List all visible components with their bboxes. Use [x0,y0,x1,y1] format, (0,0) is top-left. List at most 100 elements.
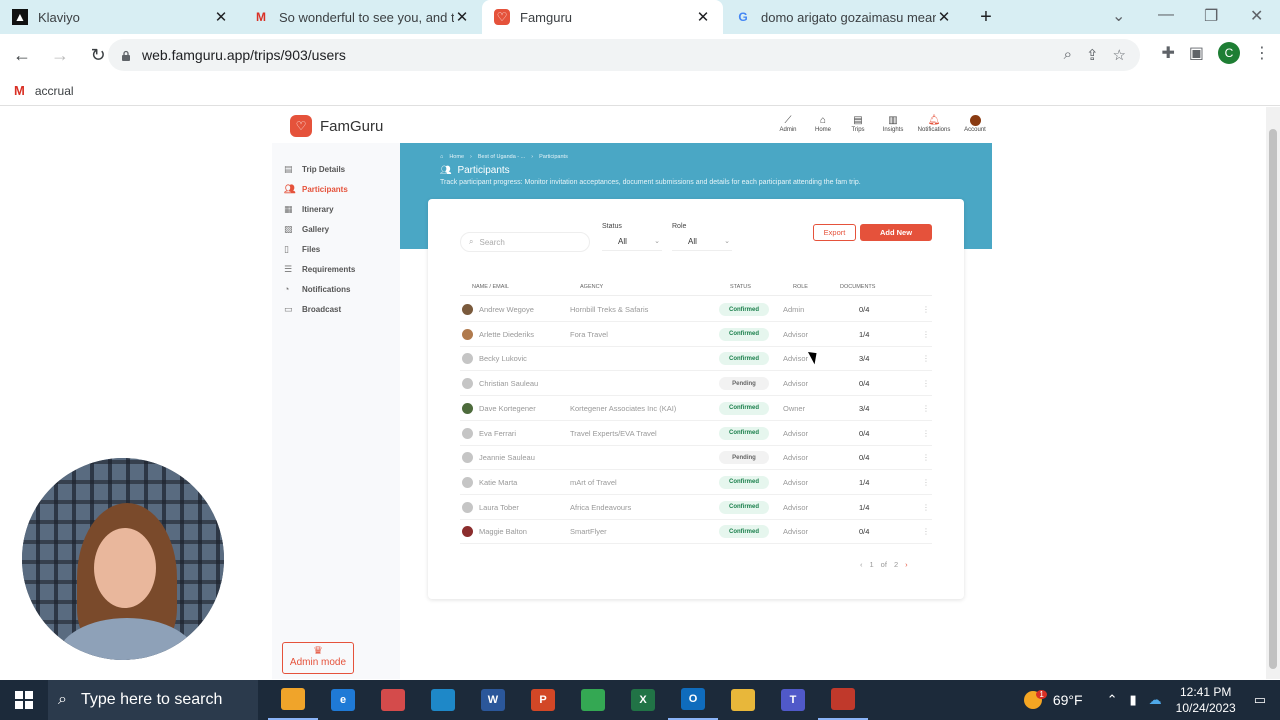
nav-admin[interactable]: ⟋ Admin [771,115,805,133]
clock[interactable]: 12:41 PM 10/24/2023 [1176,684,1236,716]
table-row[interactable]: Andrew Wegoye Hornbill Treks & Safaris Con… [460,297,932,322]
row-menu-kebab-icon[interactable]: ⋮ [922,503,930,512]
nav-notifications[interactable]: 🔔︎ Notifications [911,115,957,133]
close-icon[interactable]: ✕ [454,8,470,26]
taskbar-app-file-explorer-briefcase[interactable] [268,680,318,720]
row-menu-kebab-icon[interactable]: ⋮ [922,478,930,487]
taskbar-app-folder[interactable] [718,680,768,720]
nav-trips[interactable]: ▤ Trips [841,115,875,133]
row-menu-kebab-icon[interactable]: ⋮ [922,527,930,536]
menu-kebab-icon[interactable]: ⋮ [1254,43,1270,63]
table-row[interactable]: Katie Marta mArt of Travel Confirmed Adviso… [460,470,932,495]
onedrive-icon[interactable]: ☁ [1149,692,1162,708]
tab-klaviyo[interactable]: ▲ Klaviyo ✕ [0,0,241,34]
header-name[interactable]: NAME / EMAIL [472,284,509,290]
start-button[interactable] [0,680,48,720]
close-icon[interactable]: ✕ [936,8,952,26]
participant-name[interactable]: Eva Ferrari [479,429,516,438]
sidebar-item-gallery[interactable]: ▨ Gallery [272,219,400,239]
next-page-icon[interactable]: › [905,560,908,569]
famguru-logo[interactable]: ♡ FamGuru [290,115,383,137]
nav-insights[interactable]: ▥ Insights [876,115,910,133]
header-agency[interactable]: AGENCY [580,284,603,290]
nav-account[interactable]: Account [958,115,992,133]
admin-mode-button[interactable]: ♛ Admin mode [282,642,354,674]
sidebar-item-itinerary[interactable]: ▦ Itinerary [272,199,400,219]
new-tab-button[interactable]: + [972,3,1000,31]
sidebar-item-files[interactable]: ▯ Files [272,239,400,259]
table-row[interactable]: Maggie Balton SmartFlyer Confirmed Advisor 0… [460,519,932,545]
participant-name[interactable]: Becky Lukovic [479,354,527,363]
taskbar-app-internet-explorer[interactable]: e [318,680,368,720]
row-menu-kebab-icon[interactable]: ⋮ [922,354,930,363]
participant-name[interactable]: Jeannie Sauleau [479,453,535,462]
add-new-button[interactable]: Add New [860,224,932,241]
header-status[interactable]: STATUS [730,284,751,290]
tab-gmail[interactable]: M So wonderful to see you, and the ✕ [241,0,482,34]
table-row[interactable]: Arlette Diederiks Fora Travel Confirmed Adv… [460,322,932,347]
forward-icon[interactable]: → [44,39,76,71]
scrollbar-thumb[interactable] [1269,129,1277,669]
page-scrollbar[interactable] [1266,107,1280,679]
taskbar-app-teams[interactable]: T [768,680,818,720]
taskbar-app-outlook[interactable]: O [668,680,718,720]
taskbar-app-snagit[interactable] [368,680,418,720]
chevron-up-icon[interactable]: ⌃ [1107,692,1118,708]
close-icon[interactable]: ✕ [213,8,229,26]
row-menu-kebab-icon[interactable]: ⋮ [922,404,930,413]
tab-google[interactable]: G domo arigato gozaimasu meaning ✕ [723,0,964,34]
table-row[interactable]: Christian Sauleau Pending Advisor 0/4 ⋮ [460,371,932,397]
minimize-icon[interactable]: — [1158,6,1174,24]
taskbar-app-word[interactable]: W [468,680,518,720]
share-icon[interactable]: ⇪ [1086,46,1099,64]
taskbar-search[interactable]: ⌕ Type here to search [48,680,258,720]
status-select[interactable]: All ⌄ [602,237,662,251]
nav-home[interactable]: ⌂ Home [806,115,840,133]
table-row[interactable]: Laura Tober Africa Endeavours Confirmed Adv… [460,495,932,520]
header-documents[interactable]: DOCUMENTS [840,284,875,290]
sidebar-item-broadcast[interactable]: ▭ Broadcast [272,299,400,319]
close-icon[interactable]: ✕ [695,8,711,26]
zoom-icon[interactable]: ⌕ [1064,46,1072,64]
status-filter[interactable]: Status All ⌄ [602,223,662,251]
tab-search-chevron-icon[interactable]: ⌄ [1112,6,1125,26]
sidebar-item-requirements[interactable]: ☰ Requirements [272,259,400,279]
participant-name[interactable]: Maggie Balton [479,527,527,536]
participant-name[interactable]: Katie Marta [479,478,517,487]
row-menu-kebab-icon[interactable]: ⋮ [922,305,930,314]
row-menu-kebab-icon[interactable]: ⋮ [922,379,930,388]
header-role[interactable]: ROLE [793,284,808,290]
bookmark-star-icon[interactable]: ☆ [1113,46,1126,64]
participant-name[interactable]: Christian Sauleau [479,379,538,388]
participant-name[interactable]: Dave Kortegener [479,404,536,413]
restore-icon[interactable]: ❐ [1204,6,1218,26]
sidepanel-icon[interactable]: ▣ [1189,43,1204,63]
sidebar-item-participants[interactable]: 👥︎ Participants [272,179,400,199]
table-row[interactable]: Becky Lukovic Confirmed Advisor 3/4 ⋮ [460,346,932,372]
breadcrumb-home[interactable]: Home [449,154,464,160]
taskbar-app-camera-app[interactable] [418,680,468,720]
sidebar-item-notifications[interactable]: ◔ Notifications [272,279,400,299]
search-input[interactable]: ⌕ Search [460,232,590,252]
sidebar-item-trip-details[interactable]: ▤ Trip Details [272,159,400,179]
export-button[interactable]: Export [813,224,856,241]
taskbar-app-excel[interactable]: X [618,680,668,720]
role-filter[interactable]: Role All ⌄ [672,223,732,251]
profile-avatar[interactable]: C [1218,42,1240,64]
notifications-icon[interactable]: ▭ [1254,692,1266,708]
participant-name[interactable]: Laura Tober [479,503,519,512]
table-row[interactable]: Eva Ferrari Travel Experts/EVA Travel Conf… [460,421,932,446]
participant-name[interactable]: Arlette Diederiks [479,330,534,339]
role-select[interactable]: All ⌄ [672,237,732,251]
back-icon[interactable]: ← [6,39,38,71]
bookmark-accrual[interactable]: accrual [35,84,74,98]
participant-name[interactable]: Andrew Wegoye [479,305,534,314]
breadcrumb-trip[interactable]: Best of Uganda - ... [478,154,525,160]
table-row[interactable]: Dave Kortegener Kortegener Associates Inc… [460,396,932,421]
row-menu-kebab-icon[interactable]: ⋮ [922,429,930,438]
usb-icon[interactable]: ▮ [1129,692,1136,708]
prev-page-icon[interactable]: ‹ [860,560,863,569]
address-bar[interactable]: web.famguru.app/trips/903/users ⌕ ⇪ ☆ [108,39,1140,71]
window-close-icon[interactable]: ✕ [1250,6,1263,26]
taskbar-app-chrome-2[interactable] [818,680,868,720]
